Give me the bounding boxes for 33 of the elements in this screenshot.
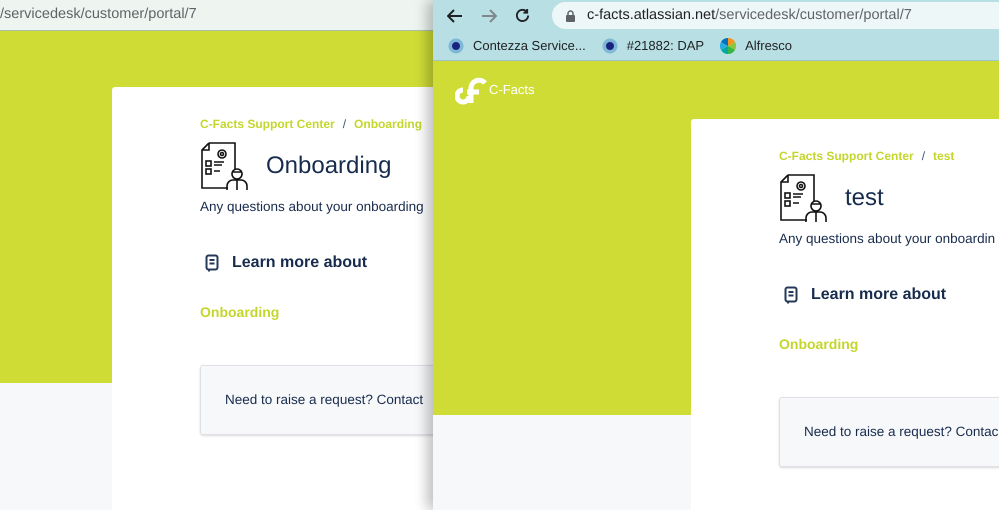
notebook-icon — [205, 254, 219, 272]
topic-link[interactable]: Onboarding — [200, 304, 280, 320]
address-bar[interactable]: /servicedesk/customer/portal/7 — [0, 0, 433, 31]
breadcrumb-separator: / — [922, 148, 926, 165]
breadcrumb-separator: / — [342, 116, 346, 133]
breadcrumb-link[interactable]: Onboarding — [354, 115, 422, 133]
logo-icon — [455, 76, 487, 106]
back-arrow-icon[interactable] — [447, 8, 463, 22]
request-prompt: Need to raise a request? Contac — [804, 423, 998, 442]
pinwheel-icon — [720, 38, 736, 54]
portal-title: test — [845, 183, 884, 213]
reload-icon[interactable] — [515, 8, 530, 23]
breadcrumb-link[interactable]: C-Facts Support Center — [779, 147, 914, 165]
request-prompt: Need to raise a request? Contact — [225, 391, 424, 410]
checklist-person-icon — [779, 173, 827, 223]
breadcrumb-link[interactable]: test — [933, 147, 954, 165]
bookmark[interactable]: Alfresco — [720, 36, 792, 56]
portal-description: Any questions about your onboarding — [200, 198, 425, 216]
portal-description: Any questions about your onboardin — [779, 230, 996, 248]
topic-link[interactable]: Onboarding — [779, 336, 858, 352]
bookmark[interactable]: #21882: DAP — [602, 36, 704, 56]
url-text: c-facts.atlassian.net/servicedesk/customer/portal/7 — [587, 6, 912, 25]
checklist-person-icon — [200, 141, 248, 191]
breadcrumb-link[interactable]: C-Facts Support Center — [200, 115, 335, 133]
lock-icon — [566, 10, 575, 22]
logo-text: C-Facts — [489, 81, 534, 99]
section-heading: Learn more about — [811, 285, 946, 306]
bookmark[interactable]: Contezza Service... — [448, 36, 586, 56]
notebook-icon — [784, 286, 798, 304]
address-bar[interactable]: c-facts.atlassian.net/servicedesk/customer/portal/7 — [552, 2, 999, 29]
portal-title: Onboarding — [266, 151, 392, 181]
forward-arrow-icon[interactable] — [481, 8, 497, 22]
section-heading: Learn more about — [232, 253, 368, 274]
